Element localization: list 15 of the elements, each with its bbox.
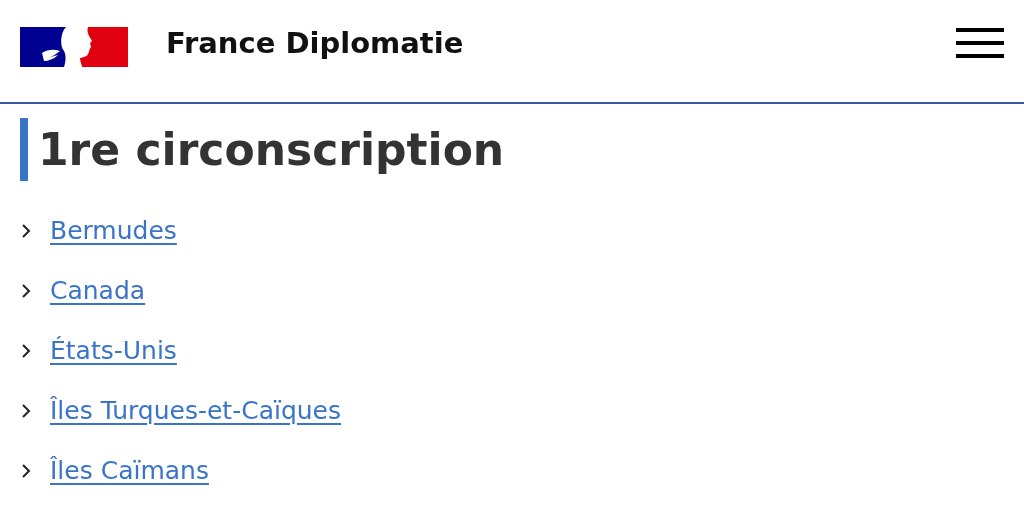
chevron-icon	[20, 343, 32, 359]
country-link[interactable]: États-Unis	[50, 332, 177, 370]
site-title[interactable]: France Diplomatie	[166, 22, 464, 66]
heading-accent	[20, 118, 28, 181]
country-link[interactable]: Canada	[50, 272, 146, 310]
country-link[interactable]: Îles Turques-et-Caïques	[50, 392, 341, 430]
chevron-icon	[20, 463, 32, 479]
chevron-icon	[20, 403, 32, 419]
country-link[interactable]: Bermudes	[50, 212, 177, 250]
logo-icon[interactable]	[20, 27, 128, 67]
country-link[interactable]: Îles Caïmans	[50, 452, 209, 490]
menu-icon[interactable]	[956, 28, 1004, 58]
page-heading: 1re circonscription	[38, 127, 505, 172]
chevron-icon	[20, 283, 32, 299]
chevron-icon	[20, 223, 32, 239]
